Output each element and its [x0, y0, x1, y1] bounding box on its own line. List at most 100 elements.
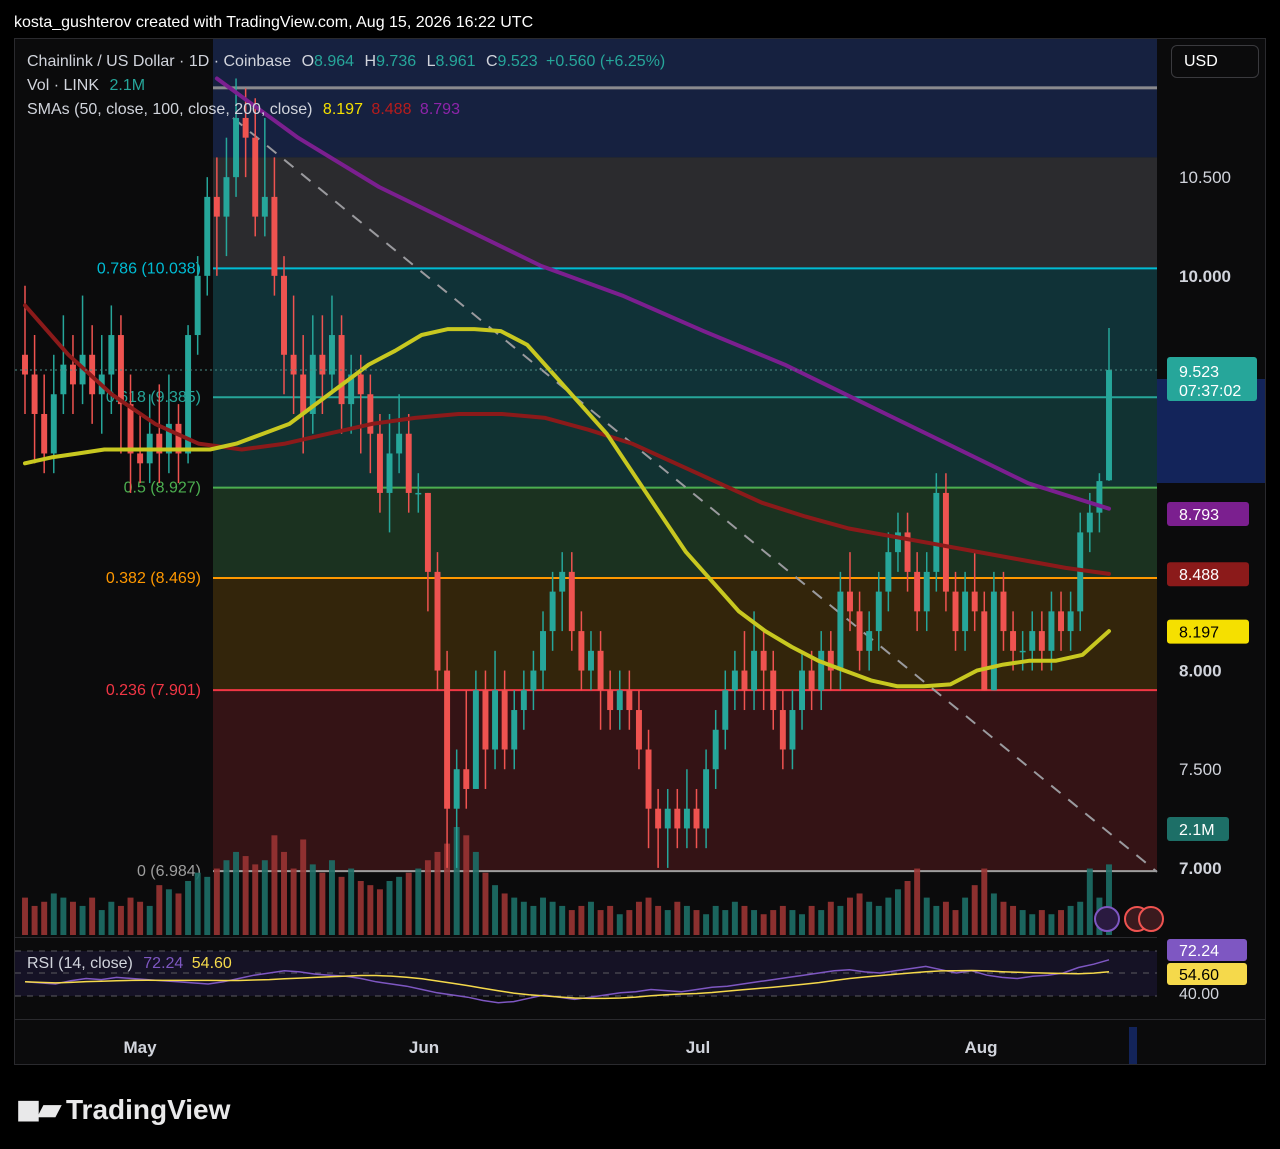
- volume-bar: [578, 905, 585, 935]
- candle-body: [990, 591, 997, 691]
- volume-bar: [213, 868, 220, 935]
- sma50-value: 8.197: [322, 101, 363, 118]
- candle-body: [808, 670, 815, 691]
- price-tag-value-8-793: 8.793: [1179, 507, 1219, 524]
- volume-bar: [683, 905, 690, 935]
- volume-bar: [1038, 910, 1045, 935]
- currency-button[interactable]: USD: [1171, 45, 1259, 78]
- high-label: H: [364, 53, 377, 70]
- candle-body: [453, 769, 460, 809]
- volume-bar: [559, 905, 566, 935]
- volume-bar: [1086, 868, 1093, 935]
- rsi-value: 72.24: [143, 955, 184, 972]
- candle-body: [1086, 512, 1093, 533]
- candle-body: [866, 631, 873, 651]
- volume-bar: [261, 860, 268, 935]
- open-value: 8.964: [314, 53, 355, 70]
- volume-bar: [1048, 914, 1055, 935]
- candle-body: [290, 354, 297, 375]
- volume-bar: [175, 893, 182, 935]
- candle-body: [712, 729, 719, 770]
- volume-bar: [1029, 914, 1036, 935]
- candle-body: [223, 177, 230, 217]
- chart-frame[interactable]: 0.786 (10.038) 0.618 (9.385) 0.5 (8.927) 0.…: [14, 38, 1266, 1065]
- volume-bar: [751, 910, 758, 935]
- candle-body: [233, 117, 240, 178]
- volume-bar: [22, 897, 28, 935]
- volume-bar: [885, 897, 892, 935]
- volume-legend[interactable]: Vol · LINK 2.1M: [27, 77, 145, 95]
- volume-bar: [127, 897, 134, 935]
- candle-body: [847, 591, 853, 612]
- candle-body: [386, 453, 393, 493]
- volume-bar: [923, 897, 930, 935]
- volume-bar: [588, 901, 594, 935]
- tradingview-logo[interactable]: ◼▰ TradingView: [16, 1092, 230, 1127]
- volume-bar: [492, 885, 499, 935]
- volume-bar: [520, 901, 527, 935]
- symbol-title: Chainlink / US Dollar · 1D · Coinbase: [27, 53, 292, 70]
- candle-body: [731, 670, 738, 691]
- volume-bar: [818, 910, 825, 935]
- candle-body: [856, 611, 863, 651]
- candle-body: [194, 275, 201, 336]
- candle-body: [1106, 369, 1112, 481]
- volume-bar: [655, 905, 662, 935]
- y-tick-7-500: 7.500: [1179, 760, 1222, 779]
- sma-legend[interactable]: SMAs (50, close, 100, close, 200, close)…: [27, 101, 460, 119]
- candle-body: [578, 631, 585, 671]
- candle-body: [367, 394, 374, 434]
- volume-bar: [194, 872, 201, 935]
- volume-bar: [108, 901, 115, 935]
- volume-bar: [779, 905, 786, 935]
- x-tick-aug: Aug: [964, 1038, 997, 1057]
- volume-bar: [281, 851, 287, 935]
- fib-label-0: 0 (6.984): [137, 863, 201, 880]
- sma-label: SMAs (50, close, 100, close, 200, close): [27, 101, 313, 118]
- volume-bar: [981, 868, 988, 935]
- volume-bar: [185, 881, 192, 935]
- candle-body: [319, 354, 326, 375]
- volume-bar: [1000, 901, 1007, 935]
- candle-body: [185, 335, 192, 454]
- symbol-legend[interactable]: Chainlink / US Dollar · 1D · Coinbase O8…: [27, 53, 665, 71]
- volume-bar: [1058, 910, 1065, 935]
- candle-body: [971, 591, 978, 612]
- volume-bar: [511, 897, 518, 935]
- volume-bar: [328, 860, 335, 935]
- candle-body: [1000, 591, 1007, 632]
- countdown-value: 07:37:02: [1179, 383, 1241, 400]
- fib-zone-0-5: [213, 487, 1157, 578]
- volume-bar: [463, 835, 470, 935]
- close-label: C: [485, 53, 498, 70]
- tradingview-wordmark: TradingView: [65, 1093, 231, 1125]
- volume-bar: [933, 905, 940, 935]
- candle-body: [472, 690, 479, 789]
- volume-bar: [789, 910, 796, 935]
- low-value: 8.961: [435, 53, 476, 70]
- candle-body: [137, 453, 144, 464]
- volume-bar: [971, 885, 978, 935]
- time-axis-separator: [15, 1019, 1265, 1020]
- volume-bar: [204, 876, 211, 935]
- candle-body: [50, 394, 57, 454]
- y-tick-10-000: 10.000: [1179, 267, 1231, 286]
- volume-bar: [616, 914, 623, 935]
- volume-bar: [894, 889, 901, 935]
- fib-label-0-5: 0.5 (8.927): [124, 480, 201, 497]
- price-chart[interactable]: 0.786 (10.038)0.618 (9.385)0.5 (8.927)0.…: [15, 39, 1266, 1065]
- open-label: O: [301, 53, 315, 70]
- volume-bar: [309, 864, 316, 935]
- volume-bar: [626, 910, 633, 935]
- rsi-legend[interactable]: RSI (14, close) 72.24 54.60: [27, 955, 232, 973]
- candle-body: [434, 571, 441, 671]
- sma200-value: 8.793: [419, 101, 460, 118]
- pane-separator: [15, 937, 1157, 938]
- candle-body: [981, 611, 988, 691]
- volume-bar: [482, 872, 489, 935]
- volume-bar: [242, 856, 249, 935]
- volume-bar: [472, 851, 479, 935]
- volume-bar: [607, 905, 614, 935]
- candle-body: [540, 631, 546, 671]
- fib-zone-0-786: [213, 268, 1157, 398]
